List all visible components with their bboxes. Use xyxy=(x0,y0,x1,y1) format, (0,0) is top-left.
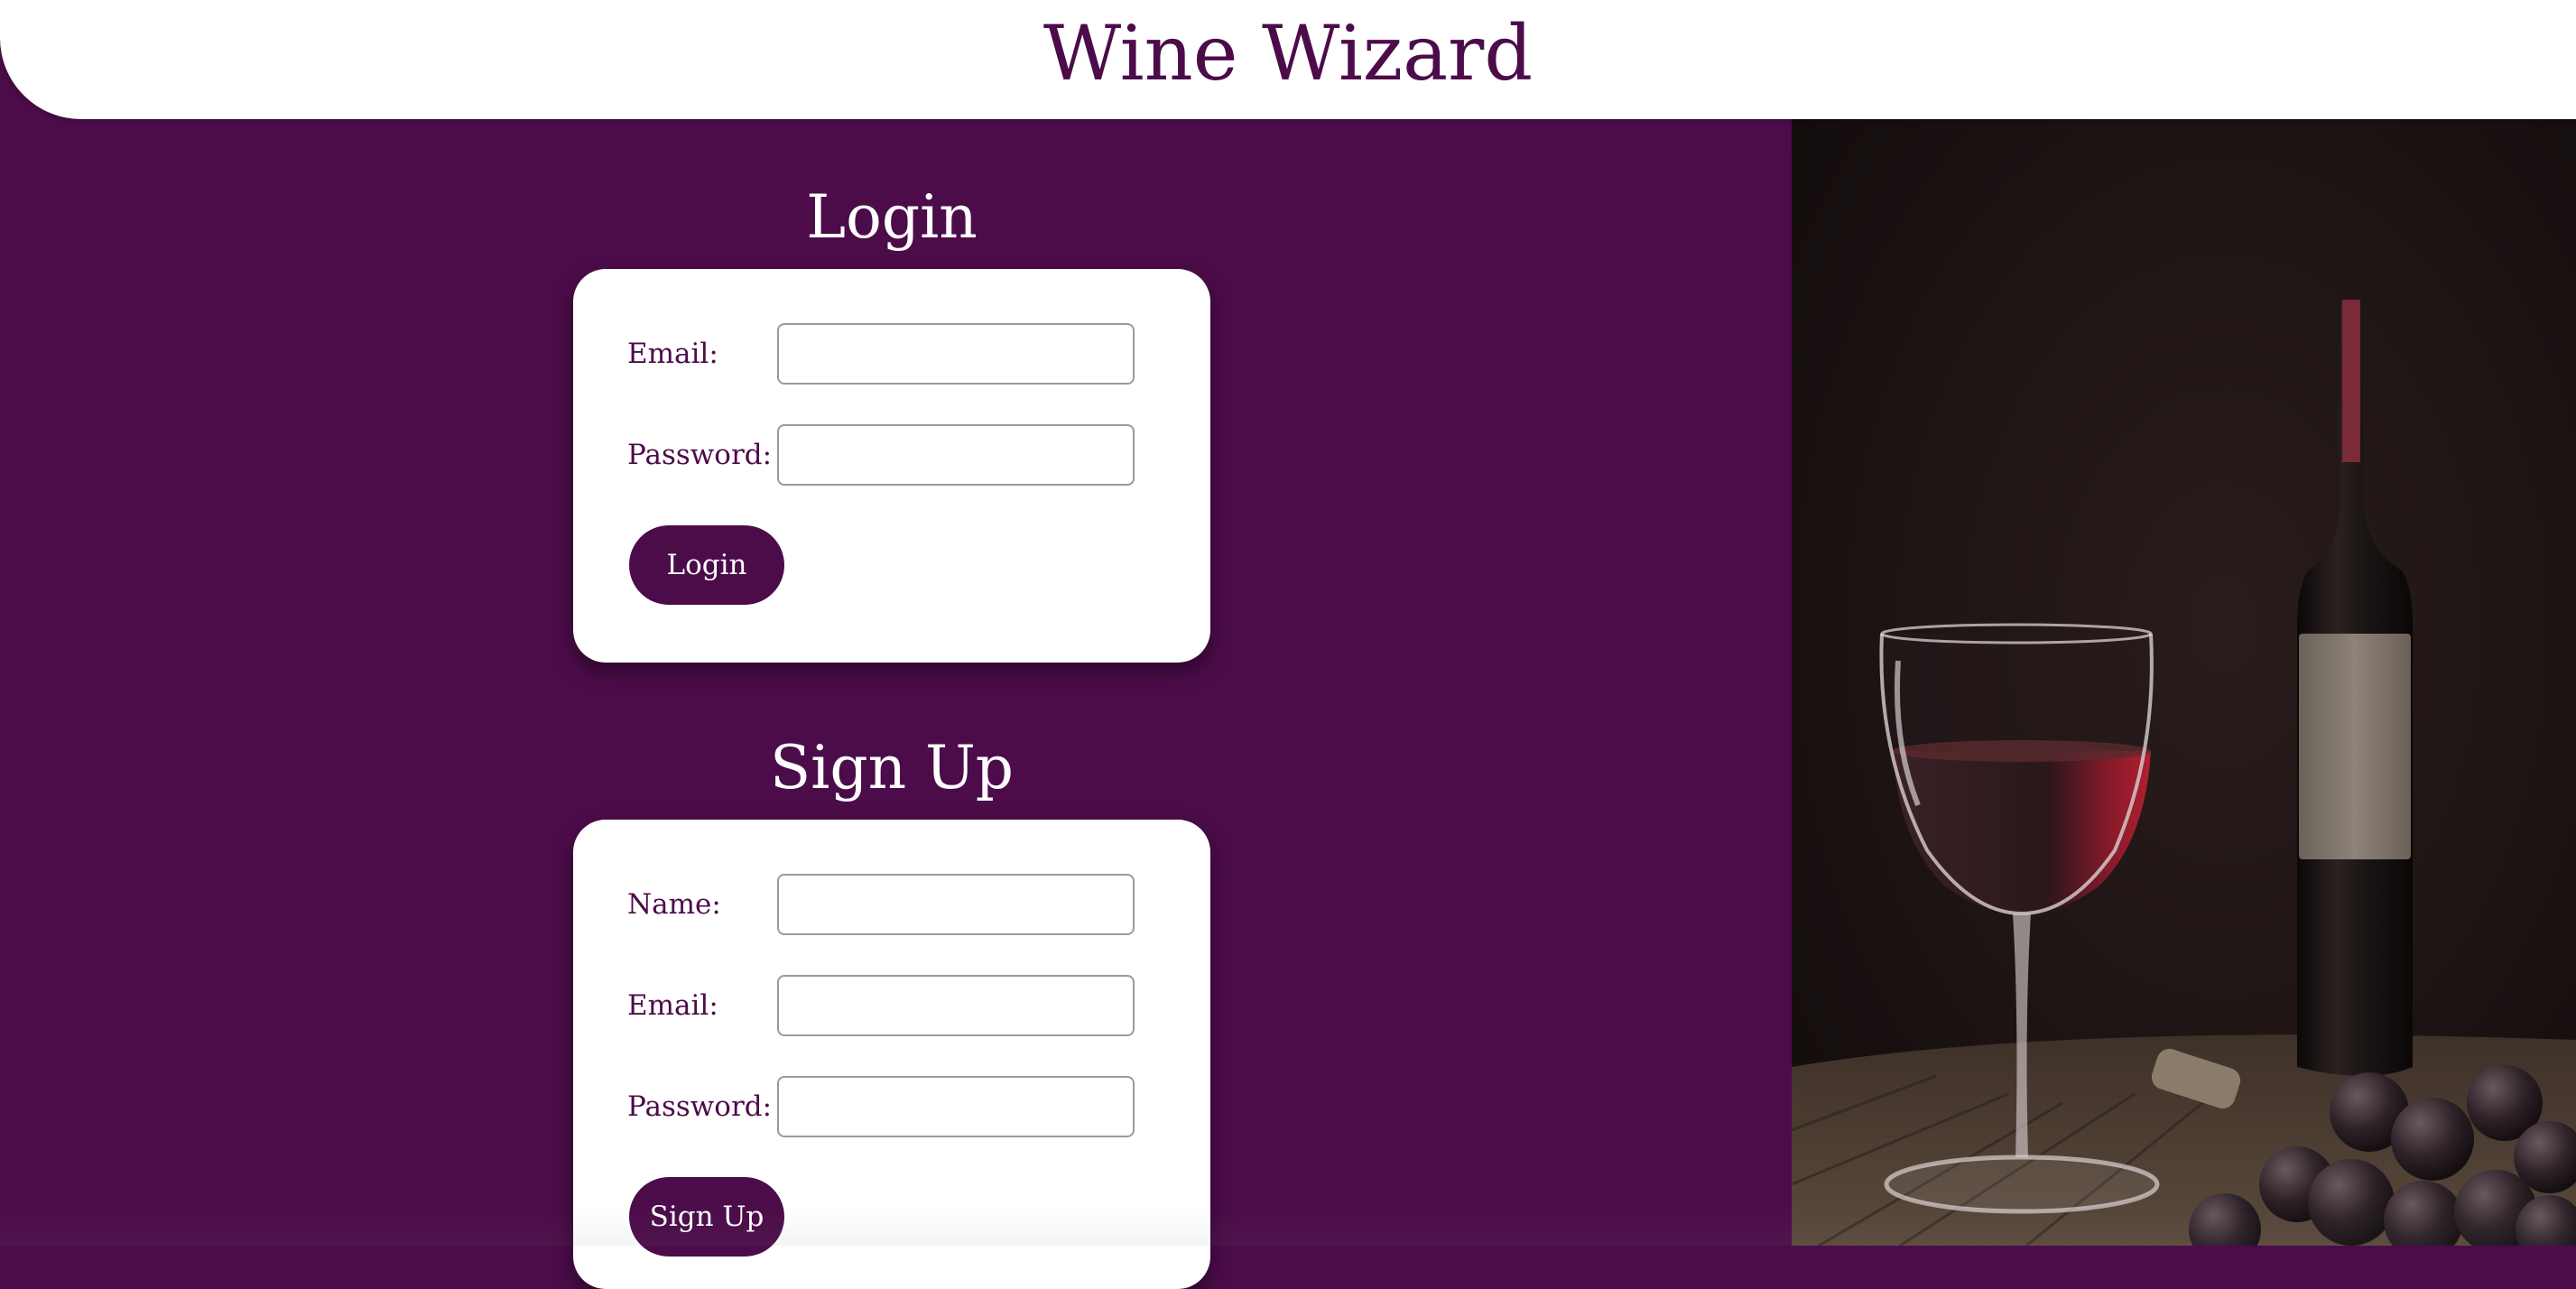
login-password-input[interactable] xyxy=(777,424,1135,486)
login-email-label: Email: xyxy=(627,338,718,370)
signup-card: Name: Email: Password: Sign Up xyxy=(573,820,1210,1289)
wine-glass-photo-illustration xyxy=(1792,119,2576,1246)
login-email-input[interactable] xyxy=(777,323,1135,385)
site-header: Wine Wizard xyxy=(0,0,2576,119)
signup-password-input[interactable] xyxy=(777,1076,1135,1137)
login-card: Email: Password: Login xyxy=(573,269,1210,663)
signup-name-label: Name: xyxy=(627,888,721,921)
signup-heading: Sign Up xyxy=(770,733,1014,802)
signup-password-label: Password: xyxy=(627,1090,773,1123)
login-button[interactable]: Login xyxy=(629,525,784,605)
wine-photo xyxy=(1792,119,2576,1246)
site-title: Wine Wizard xyxy=(1042,9,1534,97)
login-heading: Login xyxy=(806,182,978,252)
forms-panel: Login Email: Password: Login Sign Up Name:… xyxy=(0,119,1792,1289)
signup-email-input[interactable] xyxy=(777,975,1135,1036)
signup-email-label: Email: xyxy=(627,989,718,1022)
login-password-label: Password: xyxy=(627,439,773,471)
signup-name-input[interactable] xyxy=(777,874,1135,935)
signup-button[interactable]: Sign Up xyxy=(629,1177,784,1257)
